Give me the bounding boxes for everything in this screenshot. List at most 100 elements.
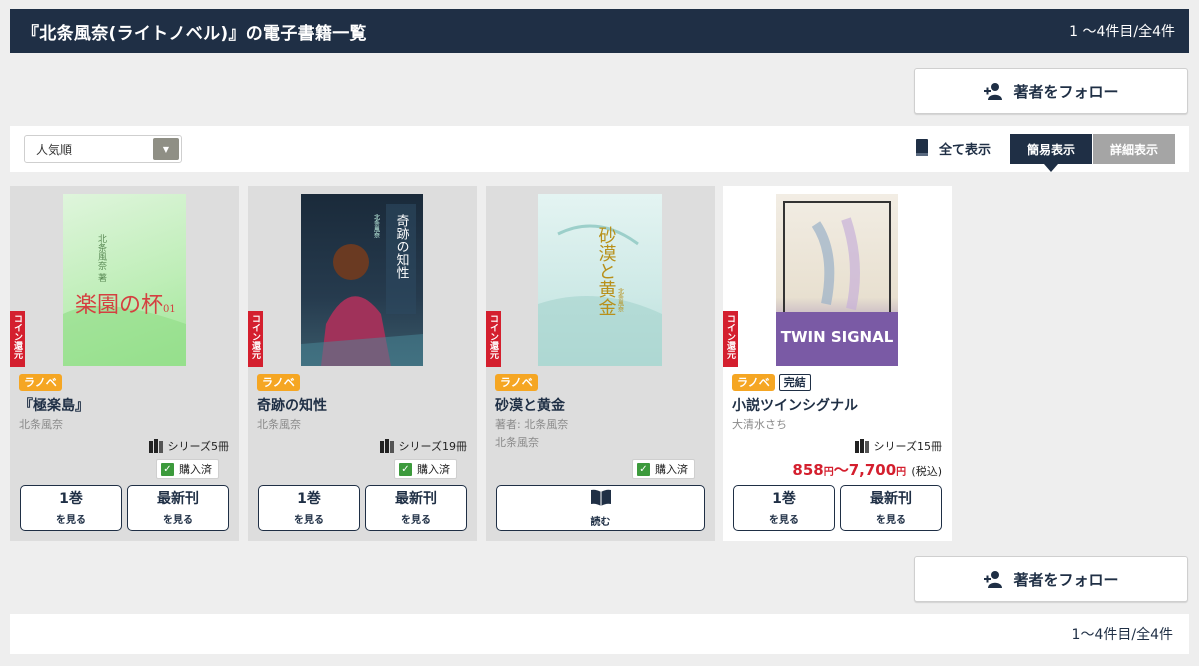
follow-author-label: 著者をフォロー: [1013, 82, 1119, 101]
first-volume-button[interactable]: 1巻 を見る: [258, 485, 360, 531]
book-author[interactable]: 北条風奈: [257, 416, 301, 432]
cover-volume-text: 01: [163, 304, 176, 315]
pagination-footer: 1〜4件目/全4件: [10, 614, 1189, 654]
show-all-label: 全て表示: [939, 142, 992, 158]
latest-volume-sublabel: を見る: [163, 514, 193, 526]
latest-volume-button[interactable]: 最新刊 を見る: [127, 485, 229, 531]
books-stack-icon: [148, 439, 163, 453]
tab-detail-view[interactable]: 詳細表示: [1093, 134, 1175, 164]
cover-title-text: TWIN SIGNAL: [781, 328, 894, 346]
first-volume-button[interactable]: 1巻 を見る: [733, 485, 835, 531]
coin-return-tag: コイン還元: [723, 311, 738, 367]
cover-title-text: 砂漠と黄金: [596, 226, 617, 316]
book-card[interactable]: 奇跡の知性 北条風奈 コイン還元 ラノベ 奇跡の知性 北条風奈 シリーズ19冊 …: [248, 186, 477, 541]
series-count-label: シリーズ15冊: [873, 440, 942, 453]
show-all-button[interactable]: 全て表示: [915, 136, 991, 160]
category-badge: ラノベ: [732, 374, 775, 391]
price-low: 858: [792, 461, 824, 479]
book-title[interactable]: 砂漠と黄金: [495, 395, 565, 415]
follow-author-button[interactable]: 著者をフォロー: [914, 68, 1188, 114]
category-badge: ラノベ: [19, 374, 62, 391]
price-high: 〜7,700: [833, 461, 897, 479]
read-label: 読む: [590, 516, 611, 528]
active-tab-caret: [1044, 164, 1058, 172]
book-cover[interactable]: 砂漠と黄金 北条風奈: [538, 194, 662, 366]
purchased-label: 購入済: [417, 463, 450, 476]
list-toolbar: 人気順 ▼ 全て表示 簡易表示 詳細表示: [10, 126, 1189, 172]
series-count-label: シリーズ5冊: [167, 440, 229, 453]
sort-selected-label: 人気順: [36, 142, 73, 157]
first-volume-label: 1巻: [59, 490, 83, 507]
first-volume-sublabel: を見る: [56, 514, 86, 526]
purchased-badge: ✓ 購入済: [632, 459, 695, 479]
book-title[interactable]: 小説ツインシグナル: [732, 395, 858, 415]
follow-person-icon: [983, 569, 1005, 589]
series-count: シリーズ5冊: [148, 438, 229, 454]
series-count-label: シリーズ19冊: [398, 440, 467, 453]
check-icon: ✓: [399, 462, 412, 476]
coin-return-tag: コイン還元: [10, 311, 25, 367]
open-book-icon: [590, 489, 611, 510]
latest-volume-sublabel: を見る: [876, 514, 906, 526]
page-header: 『北条風奈(ライトノベル)』の電子書籍一覧 1 〜4件目/全4件: [10, 9, 1189, 53]
sort-select[interactable]: 人気順 ▼: [24, 135, 182, 163]
result-count: 1 〜4件目/全4件: [1069, 24, 1175, 40]
first-volume-label: 1巻: [772, 490, 796, 507]
first-volume-label: 1巻: [297, 490, 321, 507]
cover-author-text: 北条風奈: [617, 287, 624, 312]
cover-title-text: 楽園の杯: [75, 293, 163, 318]
price-currency-high: 円: [896, 467, 907, 478]
first-volume-sublabel: を見る: [769, 514, 799, 526]
purchased-label: 購入済: [655, 463, 688, 476]
price-currency-low: 円: [823, 467, 834, 478]
book-author-line: 著者: 北条風奈: [495, 418, 569, 431]
category-badge: ラノベ: [257, 374, 300, 391]
first-volume-sublabel: を見る: [294, 514, 324, 526]
latest-volume-label: 最新刊: [157, 490, 199, 507]
latest-volume-label: 最新刊: [870, 490, 912, 507]
latest-volume-sublabel: を見る: [401, 514, 431, 526]
coin-return-tag: コイン還元: [486, 311, 501, 367]
cover-title-text: 奇跡の知性: [394, 213, 410, 279]
book-author[interactable]: 北条風奈: [495, 434, 539, 450]
book-icon: [915, 139, 929, 157]
book-title[interactable]: 『極楽島』: [19, 395, 89, 415]
purchased-badge: ✓ 購入済: [394, 459, 457, 479]
purchased-label: 購入済: [179, 463, 212, 476]
check-icon: ✓: [161, 462, 174, 476]
latest-volume-label: 最新刊: [395, 490, 437, 507]
tax-note: (税込): [911, 465, 942, 478]
book-cover[interactable]: TWIN SIGNAL: [776, 194, 898, 366]
cover-author-text: 北条風奈: [373, 213, 380, 238]
first-volume-button[interactable]: 1巻 を見る: [20, 485, 122, 531]
category-badge: ラノベ: [495, 374, 538, 391]
book-author[interactable]: 北条風奈: [19, 416, 63, 432]
series-count: シリーズ15冊: [854, 438, 942, 454]
book-card[interactable]: TWIN SIGNAL コイン還元 ラノベ 完結 小説ツインシグナル 大清水さち…: [723, 186, 952, 541]
coin-return-tag: コイン還元: [248, 311, 263, 367]
page-title: 『北条風奈(ライトノベル)』の電子書籍一覧: [22, 23, 367, 44]
series-count: シリーズ19冊: [379, 438, 467, 454]
price-range: 858円〜7,700円 (税込): [792, 459, 942, 480]
book-card[interactable]: 北条風奈 著 楽園の杯 01 コイン還元 ラノベ 『極楽島』 北条風奈 シリーズ…: [10, 186, 239, 541]
books-stack-icon: [854, 439, 869, 453]
footer-result-count: 1〜4件目/全4件: [1071, 627, 1173, 643]
book-card[interactable]: 砂漠と黄金 北条風奈 コイン還元 ラノベ 砂漠と黄金 著者: 北条風奈 北条風奈…: [486, 186, 715, 541]
books-stack-icon: [379, 439, 394, 453]
latest-volume-button[interactable]: 最新刊 を見る: [840, 485, 942, 531]
check-icon: ✓: [637, 462, 650, 476]
book-author[interactable]: 大清水さち: [732, 416, 787, 432]
book-cover[interactable]: 北条風奈 著 楽園の杯 01: [63, 194, 186, 366]
book-title[interactable]: 奇跡の知性: [257, 395, 327, 415]
read-button[interactable]: 読む: [496, 485, 705, 531]
follow-person-icon: [983, 81, 1005, 101]
cover-author-text: 北条風奈 著: [96, 234, 107, 282]
chevron-down-icon: ▼: [153, 138, 179, 160]
purchased-badge: ✓ 購入済: [156, 459, 219, 479]
completed-badge: 完結: [778, 374, 811, 391]
follow-author-button-bottom[interactable]: 著者をフォロー: [914, 556, 1188, 602]
book-cover[interactable]: 奇跡の知性 北条風奈: [301, 194, 423, 366]
tab-simple-view[interactable]: 簡易表示: [1010, 134, 1092, 164]
latest-volume-button[interactable]: 最新刊 を見る: [365, 485, 467, 531]
follow-author-label: 著者をフォロー: [1013, 570, 1119, 589]
